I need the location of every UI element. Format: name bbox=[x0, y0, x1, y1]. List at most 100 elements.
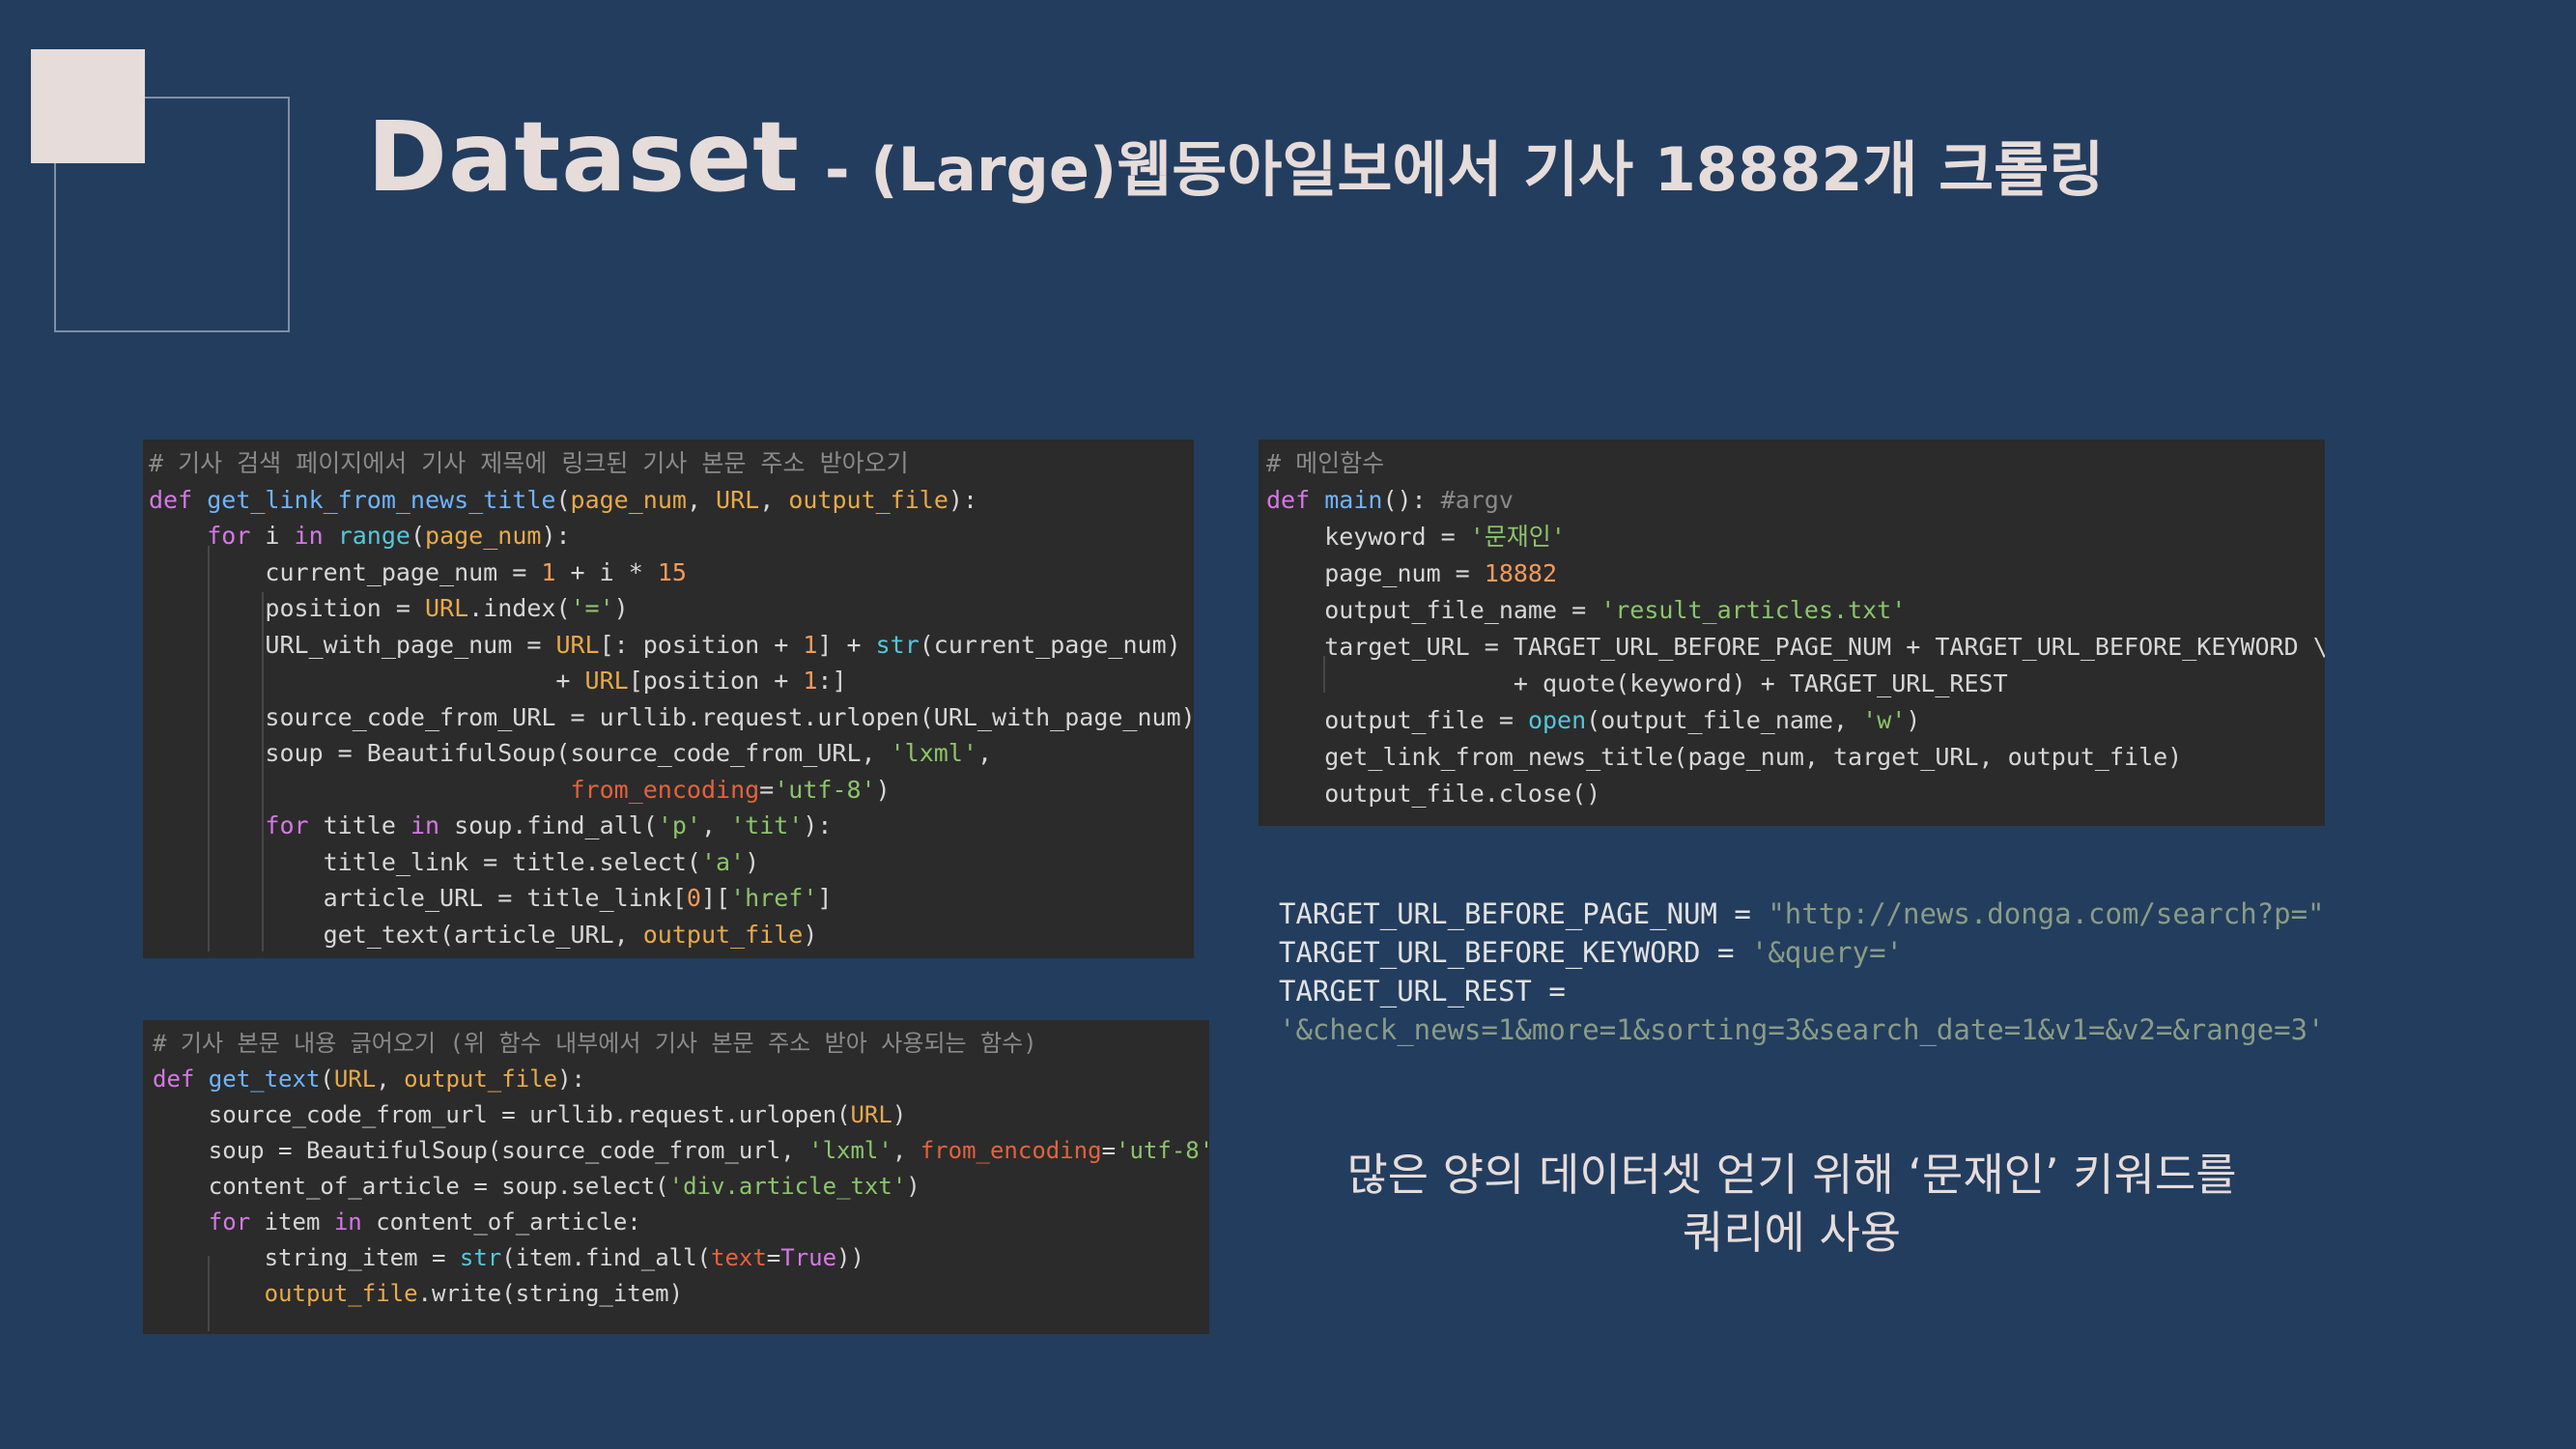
code-token: for bbox=[207, 522, 251, 550]
code-line: source_code_from_URL = urllib.request.ur… bbox=[149, 699, 1194, 736]
code-token: def bbox=[149, 485, 208, 514]
code-token: 0 bbox=[686, 884, 701, 912]
code-token: get_link_from_news_title(page_num, targe… bbox=[1266, 743, 2183, 771]
code-line: for title in soup.find_all('p', 'tit'): bbox=[149, 808, 832, 844]
code-line: + quote(keyword) + TARGET_URL_REST bbox=[1266, 666, 2008, 702]
code-token: get_text bbox=[208, 1065, 321, 1093]
code-token: output_file bbox=[788, 485, 948, 514]
code-line: output_file = open(output_file_name, 'w'… bbox=[1266, 702, 1920, 739]
code-token: (current_page_num) \ bbox=[919, 630, 1194, 659]
code-token: output_file bbox=[264, 1280, 418, 1307]
code-token: + bbox=[149, 667, 585, 695]
constant-value: '&query=' bbox=[1750, 936, 1904, 969]
code-token: 'a' bbox=[700, 847, 746, 876]
code-token: ): bbox=[541, 522, 571, 550]
code-token: string_item = bbox=[153, 1244, 460, 1271]
code-token: 1 bbox=[541, 557, 556, 586]
constant-value: '&check_news=1&more=1&sorting=3&search_d… bbox=[1279, 1013, 2325, 1046]
code-token: page_num bbox=[570, 485, 687, 514]
code-token: soup.find_all( bbox=[439, 811, 658, 839]
code-line: string_item = str(item.find_all(text=Tru… bbox=[153, 1240, 864, 1276]
code-token: content_of_article: bbox=[361, 1208, 641, 1236]
code-token: (output_file_name, bbox=[1586, 706, 1863, 734]
code-token: open bbox=[1527, 706, 1587, 734]
caption: 많은 양의 데이터셋 얻기 위해 ‘문재인’ 키워드를 쿼리에 사용 bbox=[1256, 1146, 2328, 1262]
code-token: .index( bbox=[468, 594, 571, 622]
code-token: str bbox=[875, 630, 920, 659]
code-line: soup = BeautifulSoup(source_code_from_UR… bbox=[149, 735, 992, 772]
code-token: str bbox=[459, 1244, 502, 1271]
code-line: current_page_num = 1 + i * 15 bbox=[149, 554, 687, 591]
code-line: output_file_name = 'result_articles.txt' bbox=[1266, 592, 1906, 629]
constant-name: TARGET_URL_BEFORE_PAGE_NUM = bbox=[1279, 897, 1769, 930]
code-token: from_encoding bbox=[920, 1137, 1102, 1164]
code-token: , bbox=[686, 485, 717, 514]
code-token: 18882 bbox=[1484, 559, 1558, 587]
code-token: URL bbox=[424, 594, 469, 622]
code-line: get_text(article_URL, output_file) bbox=[149, 917, 818, 953]
code-token: def bbox=[153, 1065, 209, 1093]
code-token: ] + bbox=[817, 630, 876, 659]
code-token: ) bbox=[613, 594, 629, 622]
code-line: # 기사 검색 페이지에서 기사 제목에 링크된 기사 본문 주소 받아오기 bbox=[149, 445, 909, 482]
code-token: page_num = bbox=[1266, 559, 1485, 587]
caption-line-1: 많은 양의 데이터셋 얻기 위해 ‘문재인’ 키워드를 bbox=[1346, 1149, 2237, 1201]
code-block-main: # 메인함수 def main(): #argv keyword = '문재인' … bbox=[1259, 440, 2325, 826]
code-token: ) bbox=[875, 775, 891, 804]
code-token: soup = BeautifulSoup(source_code_from_ur… bbox=[153, 1137, 809, 1164]
code-token: get_text(article_URL, bbox=[149, 920, 643, 949]
code-line: soup = BeautifulSoup(source_code_from_ur… bbox=[153, 1133, 1209, 1169]
code-line: source_code_from_url = urllib.request.ur… bbox=[153, 1097, 906, 1133]
code-token: URL_with_page_num = bbox=[149, 630, 556, 659]
code-token: get_link_from_news_title bbox=[207, 485, 556, 514]
code-token: in bbox=[410, 811, 440, 839]
code-token: = bbox=[1101, 1137, 1117, 1164]
code-token: URL bbox=[850, 1101, 892, 1128]
code-token: ) bbox=[906, 1173, 920, 1200]
code-token: title bbox=[308, 811, 410, 839]
code-token: .write(string_item) bbox=[417, 1280, 684, 1307]
code-token: i bbox=[250, 522, 295, 550]
code-token: ] bbox=[817, 884, 833, 912]
code-token: 1 bbox=[803, 667, 818, 695]
constant-line: TARGET_URL_REST = bbox=[1279, 972, 2325, 1010]
code-token: item bbox=[250, 1208, 334, 1236]
code-token: 'div.article_txt' bbox=[668, 1173, 907, 1200]
code-token: , bbox=[892, 1137, 920, 1164]
code-token: [position + bbox=[628, 667, 804, 695]
code-token: main bbox=[1324, 486, 1383, 514]
code-line: title_link = title.select('a') bbox=[149, 844, 760, 881]
code-line: for item in content_of_article: bbox=[153, 1205, 641, 1240]
code-token: URL bbox=[716, 485, 760, 514]
caption-line-2: 쿼리에 사용 bbox=[1682, 1207, 1902, 1259]
code-token: keyword = bbox=[1266, 523, 1470, 551]
url-constants: TARGET_URL_BEFORE_PAGE_NUM = "http://new… bbox=[1279, 895, 2325, 1049]
code-token: [: position + bbox=[599, 630, 804, 659]
code-token: source_code_from_URL = urllib.request.ur… bbox=[149, 702, 1194, 731]
code-token: text bbox=[711, 1244, 767, 1271]
code-line: content_of_article = soup.select('div.ar… bbox=[153, 1169, 920, 1205]
code-token: '=' bbox=[570, 594, 614, 622]
code-line: def main(): #argv bbox=[1266, 482, 1514, 519]
code-token: page_num bbox=[425, 522, 542, 550]
code-token: 1 bbox=[803, 630, 818, 659]
code-token: + i * bbox=[555, 557, 658, 586]
code-token: (): bbox=[1382, 486, 1441, 514]
code-token: in bbox=[294, 522, 324, 550]
code-token: , bbox=[700, 811, 731, 839]
code-token: URL bbox=[333, 1065, 377, 1093]
code-line: keyword = '문재인' bbox=[1266, 519, 1566, 555]
code-token: '문재인' bbox=[1469, 523, 1566, 551]
code-token: URL bbox=[555, 630, 600, 659]
code-token: # 기사 본문 내용 긁어오기 (위 함수 내부에서 기사 본문 주소 받아 사… bbox=[153, 1030, 1037, 1057]
code-line: page_num = 18882 bbox=[1266, 555, 1557, 592]
code-token: ( bbox=[410, 522, 426, 550]
code-token: 'p' bbox=[657, 811, 701, 839]
code-token: ): bbox=[557, 1065, 585, 1093]
code-token: source_code_from_url = urllib.request.ur… bbox=[153, 1101, 851, 1128]
